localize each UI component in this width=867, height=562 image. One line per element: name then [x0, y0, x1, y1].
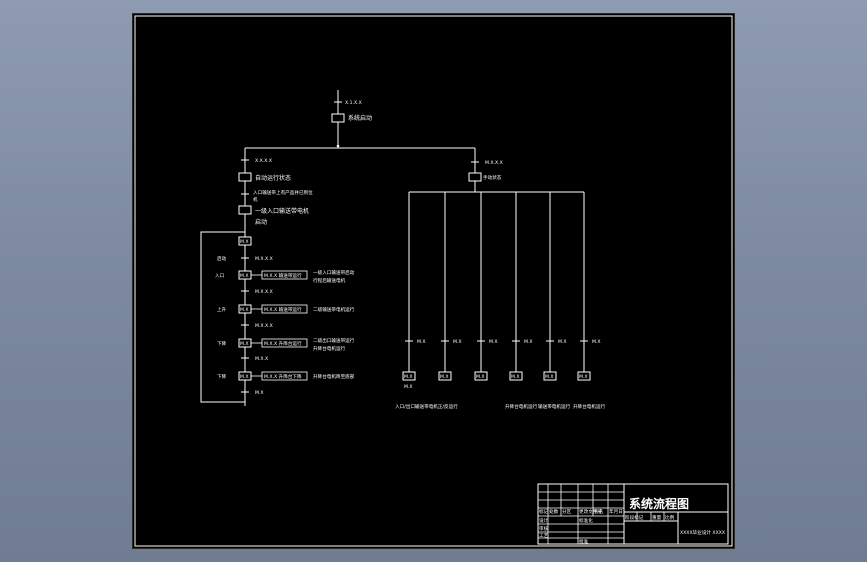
- svg-text:标准化: 标准化: [579, 517, 593, 524]
- title-block-bottom-text: XXXX毕业设计 XXXX: [680, 529, 725, 536]
- svg-text:M.X: M.X: [404, 384, 413, 390]
- auto-desc-1: 一级入口输送带启动: [313, 269, 355, 276]
- manual-bottom-label-3: 升降台电机运行: [573, 403, 606, 410]
- start-step-label: 系统启动: [348, 114, 372, 122]
- auto-desc-3: 二级出口输送带运行: [313, 337, 355, 344]
- auto-action-text-3: M.X.X 升降台运行: [264, 340, 302, 347]
- auto-step-side-3: 下降: [217, 340, 227, 347]
- auto-action-text-2: M.X.X 输送带运行: [264, 306, 302, 313]
- manual-branch-2: M.X M.X: [474, 192, 498, 381]
- manual-branch-4: M.X M.X: [543, 192, 567, 381]
- svg-text:M.X: M.X: [489, 339, 498, 345]
- auto-desc-2: 二级输送带电机运行: [313, 306, 355, 313]
- auto-step2-label: 一级入口输送带电机: [255, 207, 309, 215]
- auto-note2: 机: [253, 196, 258, 203]
- auto-step-after-2: M.X.X.X: [255, 323, 273, 329]
- auto-step-box: [238, 172, 252, 182]
- auto-step-after-4: M.X: [255, 390, 264, 396]
- auto-step-box-text-3: M.X: [240, 341, 249, 347]
- start-transition-label: X.1.X.X: [345, 100, 362, 106]
- svg-text:M.X: M.X: [476, 374, 485, 380]
- svg-text:设计: 设计: [539, 517, 549, 524]
- manual-branch-1: M.X M.X: [438, 192, 462, 381]
- auto-desc-4: 升降台电机降至底部: [313, 373, 355, 380]
- manual-bottom-label-0: 入口/出口输送带电机正/反运行: [395, 403, 458, 410]
- svg-text:处数: 处数: [549, 508, 559, 515]
- auto-step-box-text-1: M.X: [240, 273, 249, 279]
- manual-branch-5: M.X M.X: [577, 192, 601, 381]
- auto-step-side-1: 入口: [215, 273, 225, 279]
- svg-text:M.X: M.X: [404, 374, 413, 380]
- svg-text:M.X: M.X: [417, 339, 426, 345]
- start-step-box: [331, 113, 345, 123]
- auto-note: 入口输送带上有产品并已到位: [253, 189, 313, 196]
- manual-step-box: [468, 172, 482, 182]
- auto-step-box-text-2: M.X: [240, 307, 249, 313]
- title-block: 标记 处数 分区 更改文件号 签名 年月日 设计 标准化 审核 工艺 批准 阶段…: [537, 483, 729, 545]
- auto-transition-label: X.X.X.X: [255, 158, 272, 164]
- manual-step-label: 手动状态: [483, 174, 502, 181]
- svg-text:M.X: M.X: [579, 374, 588, 380]
- auto-desc2-3: 升降台电机运行: [313, 345, 346, 352]
- svg-text:M.X: M.X: [453, 339, 462, 345]
- auto-step-after-3: M.X.X: [255, 356, 268, 362]
- svg-text:签名: 签名: [594, 508, 603, 515]
- svg-text:年月日: 年月日: [609, 508, 623, 515]
- title-block-title: 系统流程图: [629, 496, 689, 511]
- auto-action-text-1: M.X.X 输送带运行: [264, 272, 302, 279]
- svg-text:M.X: M.X: [592, 339, 601, 345]
- manual-branch-0: M.X M.X M.X: [402, 192, 426, 390]
- auto-step-side-2: 上升: [217, 306, 227, 313]
- svg-text:M.X: M.X: [545, 374, 554, 380]
- svg-text:审核: 审核: [539, 525, 549, 532]
- flowchart-drawing: X.1.X.X 系统启动 X.X.X.X 自动运行状态 入口输送带上有产品并已到…: [134, 15, 733, 547]
- drawing-viewport[interactable]: X.1.X.X 系统启动 X.X.X.X 自动运行状态 入口输送带上有产品并已到…: [132, 13, 735, 549]
- manual-bottom-label-1: 升降台电机运行: [505, 403, 538, 410]
- auto-step2-box: [238, 205, 252, 215]
- drawing-frame: [134, 15, 733, 547]
- auto-step-side-0: 启动: [217, 255, 227, 262]
- auto-step-after-1: M.X.X.X: [255, 289, 273, 295]
- svg-text:M.X: M.X: [440, 374, 449, 380]
- svg-text:M.X: M.X: [511, 374, 520, 380]
- start-junction: [336, 144, 340, 148]
- svg-text:标记: 标记: [539, 508, 549, 515]
- sequence-start-text: M.X: [240, 239, 249, 245]
- auto-action-text-4: M.X.X 升降台下降: [264, 373, 302, 380]
- auto-step-side-4: 下降: [217, 373, 227, 380]
- svg-text:M.X: M.X: [524, 339, 533, 345]
- svg-text:批准: 批准: [579, 538, 589, 545]
- svg-text:比例: 比例: [665, 514, 675, 521]
- manual-bottom-label-2: 输送带电机运行: [538, 403, 571, 410]
- svg-text:工艺: 工艺: [539, 533, 549, 539]
- svg-text:分区: 分区: [562, 508, 572, 515]
- auto-step-transition-0: M.X.X.X: [255, 256, 273, 262]
- manual-transition-label: M.X.X.X: [485, 160, 503, 166]
- auto-step2-sub: 启动: [255, 218, 267, 226]
- svg-text:阶段标记: 阶段标记: [625, 514, 644, 521]
- auto-step-label: 自动运行状态: [255, 174, 291, 182]
- auto-desc2-1: 行程后输送电机: [313, 277, 346, 284]
- auto-step-box-text-4: M.X: [240, 374, 249, 380]
- svg-text:重量: 重量: [652, 514, 662, 521]
- manual-branch-3: M.X M.X: [509, 192, 533, 381]
- svg-text:M.X: M.X: [558, 339, 567, 345]
